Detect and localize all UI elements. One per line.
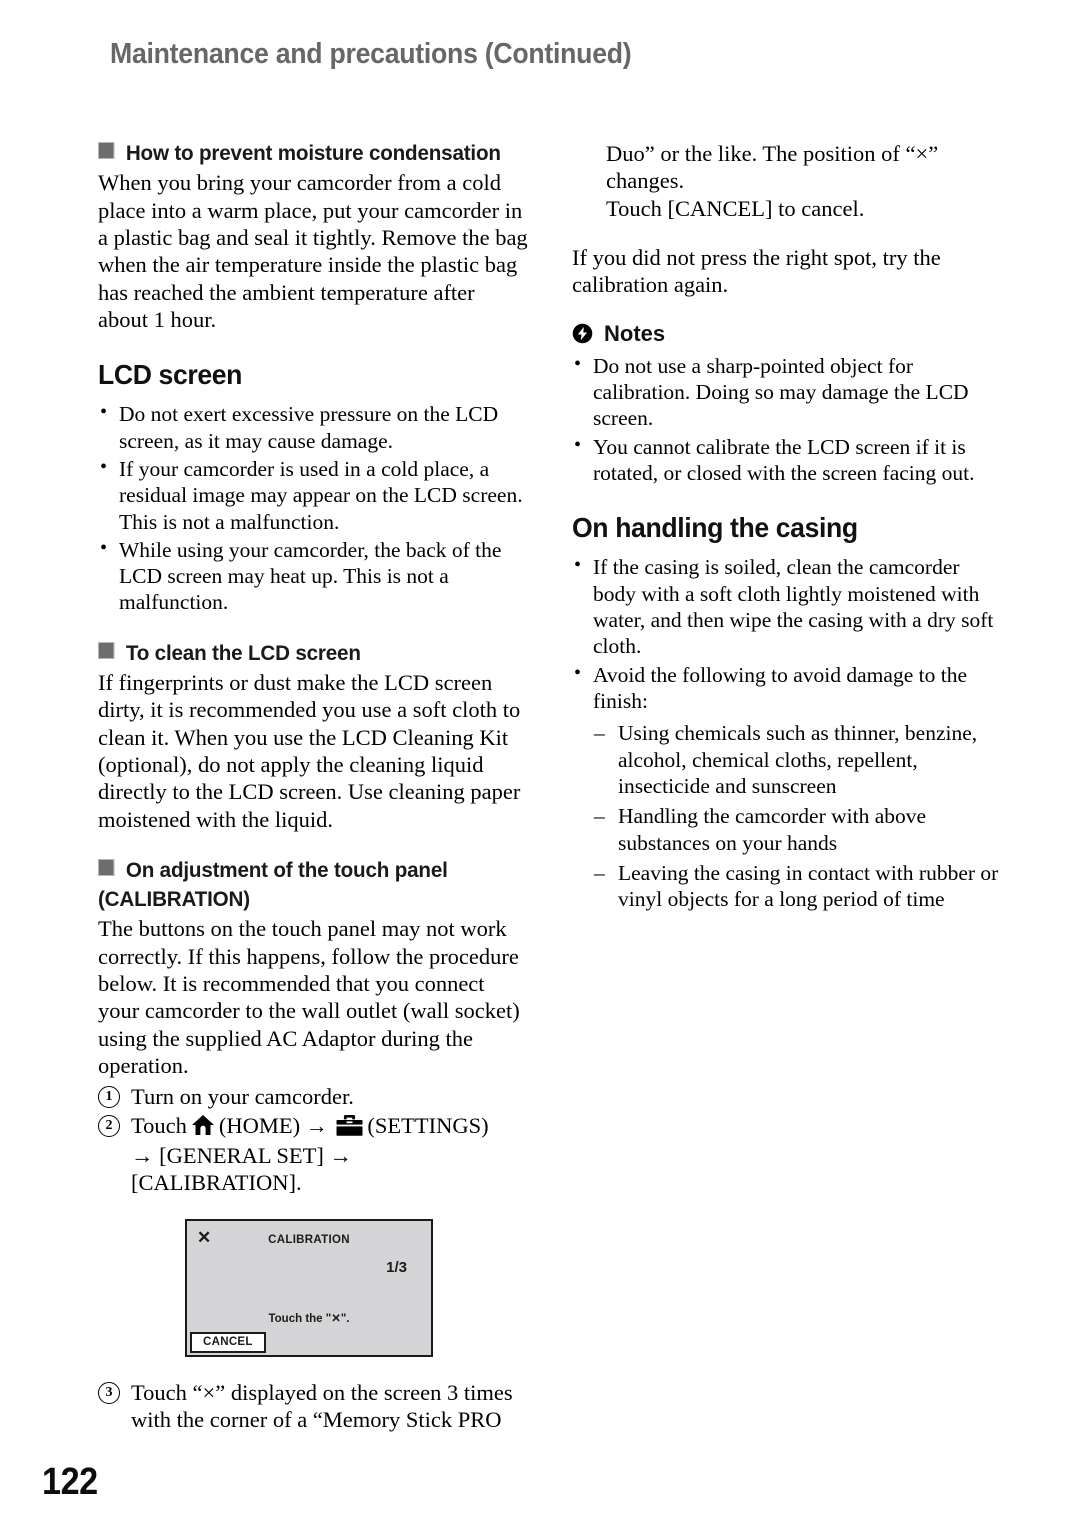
step-text-touch: Touch (131, 1112, 187, 1138)
home-icon (191, 1114, 215, 1142)
list-lcd-screen: Do not exert excessive pressure on the L… (98, 400, 528, 616)
step-number-icon: 1 (98, 1086, 120, 1109)
lightning-bolt-icon (572, 323, 593, 344)
calibration-steps: 1 Turn on your camcorder. 2 Touch (HOME)… (98, 1083, 528, 1196)
heading-lcd-screen: LCD screen (98, 359, 243, 391)
step-text: Turn on your camcorder. (131, 1084, 354, 1110)
running-head-title: Maintenance and precautions (Continued) (110, 38, 632, 70)
cancel-button[interactable]: CANCEL (190, 1331, 266, 1353)
page-number: 122 (42, 1461, 98, 1503)
continuation-paragraph: If you did not press the right spot, try… (572, 244, 941, 298)
arrow-right-icon: → (305, 1112, 328, 1138)
calibration-instruction-text: Touch the "✕". (268, 1312, 350, 1325)
square-bullet-icon (98, 142, 115, 159)
heading-notes: Notes (572, 321, 1002, 347)
paragraph-clean-lcd-screen: If fingerprints or dust make the LCD scr… (98, 670, 521, 832)
list-item: If your camcorder is used in a cold plac… (98, 455, 528, 535)
list-item: Avoid the following to avoid damage to t… (572, 661, 1002, 715)
calibration-steps-continued: 3 Touch “×” displayed on the screen 3 ti… (98, 1379, 528, 1434)
list-item: If the casing is soiled, clean the camco… (572, 553, 1002, 659)
step-item-2: 2 Touch (HOME) → (SETTINGS) → [GENERAL S… (98, 1112, 528, 1197)
heading-touch-panel-line2: (CALIBRATION) (98, 887, 250, 912)
step-item-1: 1 Turn on your camcorder. (98, 1083, 528, 1110)
paragraph-moisture-condensation: When you bring your camcorder from a col… (98, 170, 528, 332)
heading-moisture-condensation: How to prevent moisture condensation (98, 140, 511, 166)
square-bullet-icon (98, 859, 115, 876)
heading-touch-panel-calibration: On adjustment of the touch panel (98, 857, 511, 883)
list-item: While using your camcorder, the back of … (98, 536, 528, 616)
heading-on-handling-the-casing: On handling the casing (572, 512, 858, 544)
list-item: Do not exert excessive pressure on the L… (98, 400, 528, 454)
left-column: How to prevent moisture condensation Whe… (98, 140, 528, 1434)
heading-clean-lcd-screen: To clean the LCD screen (98, 640, 511, 666)
settings-toolbox-icon (336, 1114, 363, 1142)
heading-moisture-condensation-label: How to prevent moisture condensation (125, 141, 501, 165)
calibration-page-indicator: 1/3 (386, 1258, 407, 1276)
list-item: Using chemicals such as thinner, benzine… (594, 720, 1002, 799)
step-number-icon: 2 (98, 1114, 120, 1137)
continuation-line-2: Touch [CANCEL] to cancel. (606, 195, 865, 221)
settings-label: (SETTINGS) (367, 1112, 489, 1138)
step-number-icon: 3 (98, 1381, 120, 1404)
right-column: Duo” or the like. The position of “×” ch… (572, 140, 1002, 917)
list-item: Handling the camcorder with above substa… (594, 803, 1002, 856)
step-text-after: → [GENERAL SET] → [CALIBRATION]. (131, 1143, 353, 1196)
heading-clean-lcd-screen-label: To clean the LCD screen (125, 640, 361, 665)
home-label: (HOME) (218, 1112, 301, 1138)
step-text: Touch “×” displayed on the screen 3 time… (131, 1379, 513, 1433)
calibration-screen-figure: ✕ CALIBRATION 1/3 Touch the "✕". CANCEL (185, 1218, 433, 1357)
list-item: Leaving the casing in contact with rubbe… (594, 860, 1002, 913)
heading-notes-label: Notes (604, 320, 666, 346)
paragraph-touch-panel-calibration: The buttons on the touch panel may not w… (98, 916, 520, 1079)
heading-touch-panel-line1: On adjustment of the touch panel (125, 858, 448, 882)
list-notes: Do not use a sharp-pointed object for ca… (572, 352, 1002, 487)
calibration-figure-title: CALIBRATION (268, 1233, 350, 1246)
step-item-3: 3 Touch “×” displayed on the screen 3 ti… (98, 1379, 528, 1434)
list-item: Do not use a sharp-pointed object for ca… (572, 352, 1002, 432)
list-casing-avoid: Using chemicals such as thinner, benzine… (572, 720, 1002, 912)
continuation-line-1: Duo” or the like. The position of “×” ch… (606, 141, 939, 194)
list-casing: If the casing is soiled, clean the camco… (572, 553, 1002, 715)
square-bullet-icon (98, 641, 115, 659)
manual-page: Maintenance and precautions (Continued) … (0, 0, 1080, 1534)
list-item: You cannot calibrate the LCD screen if i… (572, 433, 1002, 487)
